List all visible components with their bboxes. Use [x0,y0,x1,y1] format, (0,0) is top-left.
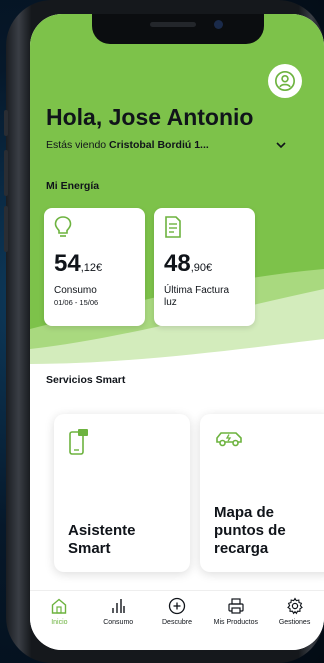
notch [92,14,264,44]
charging-map-card[interactable]: Mapa de puntos de recarga [200,414,324,572]
energy-section-title: Mi Energía [46,180,100,192]
charging-map-title: Mapa de puntos de recarga [214,504,286,557]
tab-label: Inicio [51,619,68,626]
chevron-down-icon[interactable] [274,138,288,152]
home-icon [52,598,67,614]
tab-label: Descubre [162,619,192,626]
volume-down-button [4,206,8,252]
smart-assistant-title: Asistente Smart [68,522,136,557]
gear-icon [286,597,303,615]
contract-address: Cristobal Bordiú 1... [109,139,209,151]
consumption-amount: 54,12€ [54,250,103,277]
tab-mis-productos[interactable]: Mis Productos [206,591,265,650]
tab-inicio[interactable]: Inicio [30,591,89,650]
greeting-title: Hola, Jose Antonio [46,104,254,130]
smart-assistant-card[interactable]: Asistente Smart [54,414,190,572]
printer-icon [228,598,244,614]
lightbulb-icon [54,216,72,237]
app-screen: Hola, Jose Antonio Estás viendo Cristoba… [30,14,324,650]
tab-consumo[interactable]: Consumo [89,591,148,650]
consumption-card[interactable]: 54,12€ Consumo 01/06 - 15/06 [44,208,145,326]
contract-selector[interactable]: Estás viendo Cristobal Bordiú 1... [46,139,209,151]
consumption-label: Consumo [54,285,97,296]
plus-circle-icon [168,597,186,615]
bar-chart-icon [112,599,125,613]
invoice-label: Última Factura luz [164,285,230,308]
invoice-icon [165,216,181,238]
bottom-tab-bar: Inicio Consumo Descubre Mis Productos Ge… [30,590,324,650]
consumption-period: 01/06 - 15/06 [54,298,99,307]
invoice-amount: 48,90€ [164,250,213,277]
smartphone-chat-icon [69,429,88,455]
smart-section-title: Servicios Smart [46,374,126,386]
tab-label: Mis Productos [213,619,258,626]
tab-label: Gestiones [278,619,311,626]
user-icon [275,71,295,91]
tab-gestiones[interactable]: Gestiones [265,591,324,650]
profile-button[interactable] [268,64,302,98]
tab-label: Consumo [103,619,134,626]
volume-up-button [4,150,8,196]
last-invoice-card[interactable]: 48,90€ Última Factura luz [154,208,255,326]
tab-descubre[interactable]: Descubre [148,591,207,650]
mute-switch [4,110,8,136]
viewing-prefix: Estás viendo [46,139,110,151]
electric-car-icon [216,432,242,447]
